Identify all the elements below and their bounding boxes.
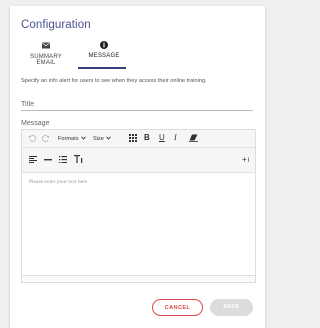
tab-message-label: MESSAGE (88, 53, 120, 59)
editor-status-bar (22, 275, 255, 282)
configuration-dialog: Configuration SUMMARY EMAIL MESSAGE Spec… (10, 6, 265, 328)
cancel-button[interactable]: CANCEL (152, 299, 203, 316)
tab-bar: SUMMARY EMAIL MESSAGE (20, 40, 140, 68)
chevron-down-icon (80, 136, 86, 140)
redo-icon[interactable] (42, 134, 50, 142)
insert-plus-icon[interactable]: +I (242, 155, 249, 166)
editor-placeholder: Please enter your text here (29, 179, 88, 185)
formats-dropdown[interactable]: Formats (58, 134, 86, 144)
size-dropdown[interactable]: Size (93, 134, 111, 144)
description-text: Specify an info alert for users to see w… (21, 78, 207, 84)
chevron-down-icon (106, 136, 111, 140)
editor-toolbar-row-1: Formats Size B U I (22, 130, 255, 148)
message-editor: Formats Size B U I +I Please enter your … (21, 129, 256, 283)
envelope-icon (20, 42, 72, 52)
underline-icon[interactable]: U (159, 133, 165, 143)
save-button[interactable]: SAVE (210, 299, 253, 316)
message-field-label: Message (21, 120, 50, 127)
italic-icon[interactable]: I (174, 133, 177, 143)
size-dropdown-label: Size (93, 136, 104, 142)
tab-summary-email-label: SUMMARY EMAIL (30, 54, 62, 66)
formats-dropdown-label: Formats (58, 136, 79, 142)
tab-summary-email[interactable]: SUMMARY EMAIL (20, 40, 72, 68)
editor-toolbar-row-2: +I (22, 148, 255, 173)
title-input[interactable] (21, 110, 253, 111)
bold-icon[interactable]: B (144, 133, 150, 143)
eraser-icon[interactable] (189, 134, 198, 142)
tab-message[interactable]: MESSAGE (78, 40, 130, 68)
active-tab-indicator (78, 67, 126, 69)
text-format-icon[interactable] (74, 155, 83, 163)
title-field-label: Title (21, 101, 34, 108)
info-icon (78, 41, 130, 51)
dialog-title: Configuration (21, 19, 91, 31)
message-text-area[interactable]: Please enter your text here (22, 173, 255, 276)
undo-icon[interactable] (28, 134, 36, 142)
table-grid-icon[interactable] (129, 134, 137, 142)
list-icon[interactable] (59, 156, 67, 163)
horizontal-rule-icon[interactable] (44, 159, 52, 161)
align-left-icon[interactable] (29, 156, 37, 163)
